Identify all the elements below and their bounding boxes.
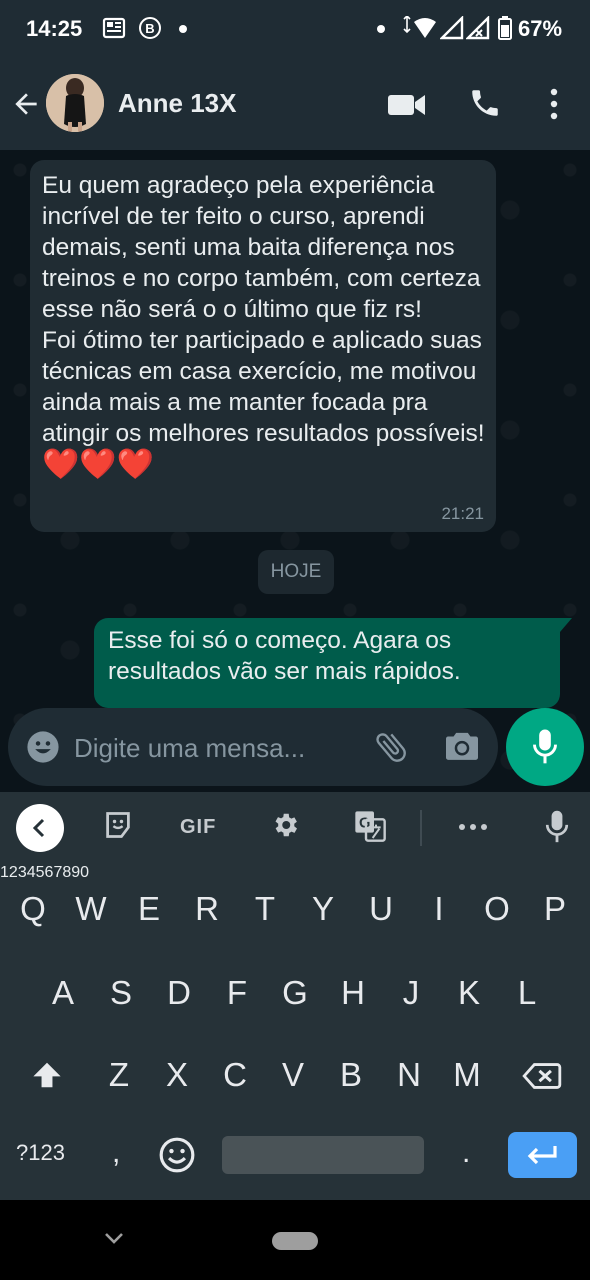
svg-text:G: G [359, 815, 370, 831]
voice-message-button[interactable] [506, 708, 584, 786]
shift-icon[interactable] [30, 1060, 64, 1090]
key-hint: 1 [0, 864, 9, 881]
message-composer [8, 708, 498, 786]
key-o[interactable]: O [480, 890, 514, 928]
key-hint: 5 [35, 864, 45, 881]
camera-icon[interactable] [444, 730, 480, 762]
notification-dot-icon [377, 25, 385, 33]
key-hint: 4 [26, 864, 36, 881]
toolbar-divider [420, 810, 422, 846]
chevron-left-icon [32, 818, 45, 838]
message-text: Eu quem agradeço pela experiência incrív… [42, 170, 487, 482]
key-j[interactable]: J [394, 974, 428, 1012]
signal-no-data-icon [466, 16, 490, 40]
sticker-icon[interactable] [104, 810, 132, 840]
chat-area[interactable]: Eu quem agradeço pela experiência incrív… [0, 150, 590, 792]
date-divider: HOJE [258, 550, 334, 594]
key-hint: 9 [71, 864, 81, 881]
avatar-photo [46, 74, 104, 132]
translate-icon[interactable]: G [354, 810, 386, 842]
emoji-keyboard-icon[interactable] [158, 1136, 196, 1174]
key-d[interactable]: D [162, 974, 196, 1012]
key-g[interactable]: G [278, 974, 312, 1012]
settings-gear-icon[interactable] [270, 810, 300, 840]
voice-call-icon[interactable] [468, 86, 502, 120]
key-k[interactable]: K [452, 974, 486, 1012]
key-hint: 0 [80, 864, 90, 881]
spacebar[interactable] [222, 1136, 424, 1174]
key-l[interactable]: L [510, 974, 544, 1012]
key-x[interactable]: X [160, 1056, 194, 1094]
key-w[interactable]: W [74, 890, 108, 928]
attach-icon[interactable] [372, 728, 410, 766]
key-b[interactable]: B [334, 1056, 368, 1094]
status-bar: 14:25 B 67% [0, 0, 590, 58]
business-notification-icon: B [139, 17, 161, 39]
key-hint: 8 [62, 864, 72, 881]
keyboard-toolbar: GIF G [0, 792, 590, 864]
contact-avatar[interactable] [46, 74, 104, 132]
key-e[interactable]: E [132, 890, 166, 928]
contact-name[interactable]: Anne 13X [118, 88, 237, 119]
key-n[interactable]: N [392, 1056, 426, 1094]
system-navigation-bar [0, 1200, 590, 1280]
svg-text:B: B [145, 21, 154, 36]
keyboard-row-1: Q1W2E3R4T5Y6U7I8O9P0 [0, 864, 590, 927]
incoming-message[interactable]: Eu quem agradeço pela experiência incrív… [30, 160, 496, 532]
enter-key[interactable] [508, 1132, 577, 1178]
message-input[interactable] [72, 720, 356, 776]
voice-input-icon[interactable] [544, 808, 570, 846]
news-notification-icon [102, 17, 126, 39]
key-p[interactable]: P [538, 890, 572, 928]
keyboard: Q1W2E3R4T5Y6U7I8O9P0 ASDFGHJKL ZXCVBNM ?… [0, 864, 590, 1200]
emoji-icon[interactable] [26, 730, 60, 764]
key-a[interactable]: A [46, 974, 80, 1012]
keyboard-collapse-button[interactable] [16, 804, 64, 852]
period-key[interactable]: . [462, 1136, 470, 1170]
key-v[interactable]: V [276, 1056, 310, 1094]
key-q[interactable]: Q [16, 890, 50, 928]
key-hint: 3 [17, 864, 27, 881]
key-m[interactable]: M [450, 1056, 484, 1094]
key-f[interactable]: F [220, 974, 254, 1012]
key-s[interactable]: S [104, 974, 138, 1012]
video-call-icon[interactable] [388, 92, 426, 118]
key-i[interactable]: I [422, 890, 456, 928]
key-h[interactable]: H [336, 974, 370, 1012]
symbols-key[interactable]: ?123 [16, 1140, 65, 1166]
heart-emoji: ❤️❤️❤️ [42, 448, 155, 481]
chat-header: Anne 13X [0, 58, 590, 150]
signal-icon [440, 16, 464, 40]
key-hint: 2 [8, 864, 18, 881]
key-t[interactable]: T [248, 890, 282, 928]
outgoing-message[interactable]: Esse foi só o começo. Agara os resultado… [94, 618, 572, 708]
microphone-icon [533, 729, 557, 764]
comma-key[interactable]: , [112, 1136, 120, 1170]
notification-dot-icon [179, 25, 187, 33]
key-u[interactable]: U [364, 890, 398, 928]
message-text: Esse foi só o começo. Agara os resultado… [108, 627, 461, 685]
wifi-icon [403, 16, 436, 38]
key-z[interactable]: Z [102, 1056, 136, 1094]
home-gesture-pill[interactable] [272, 1232, 318, 1250]
message-time: 21:21 [441, 504, 484, 523]
enter-arrow-icon [527, 1146, 557, 1165]
key-y[interactable]: Y [306, 890, 340, 928]
status-time: 14:25 [26, 16, 83, 41]
more-options-icon[interactable] [548, 88, 560, 120]
backspace-icon[interactable] [522, 1062, 562, 1090]
key-r[interactable]: R [190, 890, 224, 928]
key-hint: 7 [53, 864, 63, 881]
battery-icon [498, 16, 512, 40]
back-arrow-icon[interactable] [10, 88, 42, 120]
battery-percentage: 67% [518, 16, 563, 41]
more-horizontal-icon[interactable] [458, 822, 488, 832]
key-c[interactable]: C [218, 1056, 252, 1094]
gif-button[interactable]: GIF [180, 816, 216, 839]
hide-keyboard-chevron-icon[interactable] [104, 1232, 124, 1246]
message-body: Eu quem agradeço pela experiência incrív… [42, 172, 485, 447]
